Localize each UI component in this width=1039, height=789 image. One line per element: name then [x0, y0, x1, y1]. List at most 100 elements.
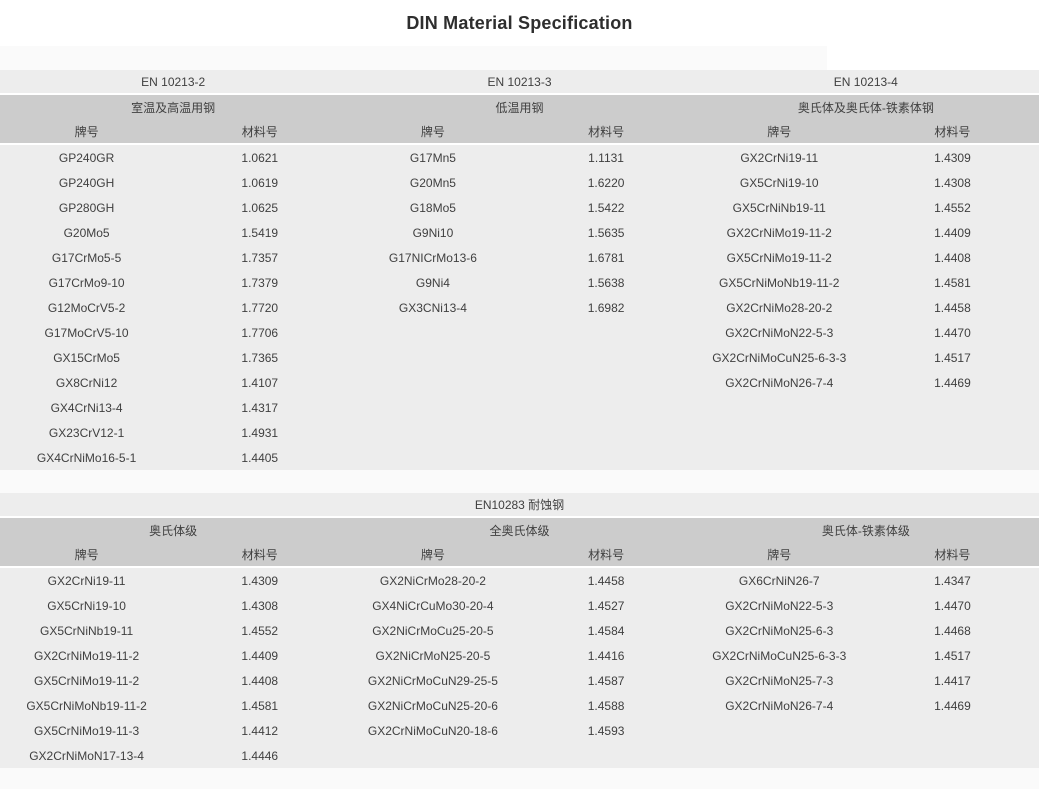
table-row: G20Mo51.5419: [0, 220, 346, 245]
grade-cell: GX4CrNiMo16-5-1: [0, 445, 173, 470]
grade-cell: GP240GH: [0, 170, 173, 195]
table-row: GX2NiCrMoCuN29-25-51.4587: [346, 668, 692, 693]
material-number-cell: 1.4584: [519, 618, 692, 643]
grade-cell: GX4CrNi13-4: [0, 395, 173, 420]
material-number-cell: 1.4309: [866, 145, 1039, 170]
grade-cell: GX5CrNiMoNb19-11-2: [0, 693, 173, 718]
table-row: GX4CrNiMo16-5-11.4405: [0, 445, 346, 470]
table-row: GX2NiCrMoN25-20-51.4416: [346, 643, 692, 668]
grade-column-header: 牌号: [346, 543, 519, 566]
table-row: GX2CrNiMoN26-7-41.4469: [693, 370, 1039, 395]
material-number-cell: 1.4470: [866, 320, 1039, 345]
grade-column-header: 牌号: [346, 120, 519, 143]
material-number-cell: 1.4309: [173, 568, 346, 593]
standard-header: EN 10213-4: [693, 70, 1039, 93]
column-header-row: 牌号 材料号 牌号 材料号 牌号 材料号: [0, 120, 1039, 145]
grade-cell: GX2CrNi19-11: [0, 568, 173, 593]
grade-cell: GX8CrNi12: [0, 370, 173, 395]
section-gap: [0, 470, 1039, 493]
grade-cell: GX6CrNiN26-7: [693, 568, 866, 593]
grade-cell: GX5CrNi19-10: [0, 593, 173, 618]
category-header-row: 室温及高温用钢 低温用钢 奥氏体及奥氏体-铁素体钢: [0, 95, 1039, 120]
material-number-cell: 1.4588: [519, 693, 692, 718]
material-number-cell: 1.4581: [866, 270, 1039, 295]
group-rows-en10213-2: GP240GR1.0621GP240GH1.0619GP280GH1.0625G…: [0, 145, 346, 470]
group-rows-en10213-4: GX2CrNi19-111.4309GX5CrNi19-101.4308GX5C…: [693, 145, 1039, 470]
grade-cell: GX4NiCrCuMo30-20-4: [346, 593, 519, 618]
grade-cell: GX2CrNiMo19-11-2: [0, 643, 173, 668]
grade-cell: GX2CrNiMoN25-7-3: [693, 668, 866, 693]
material-number-cell: 1.4527: [519, 593, 692, 618]
material-number-cell: 1.4416: [519, 643, 692, 668]
category-header: 奥氏体-铁素体级: [693, 518, 1039, 543]
grade-cell: G17CrMo9-10: [0, 270, 173, 295]
material-number-cell: 1.5638: [519, 270, 692, 295]
table-row: GX2CrNiMoN17-13-41.4446: [0, 743, 346, 768]
material-number-cell: 1.4469: [866, 693, 1039, 718]
grade-column-header: 牌号: [0, 120, 173, 143]
table-en10213: EN 10213-2 EN 10213-3 EN 10213-4 室温及高温用钢…: [0, 70, 1039, 470]
grade-cell: GX2CrNi19-11: [693, 145, 866, 170]
category-header: 奥氏体及奥氏体-铁素体钢: [693, 95, 1039, 120]
table-row: GX4CrNi13-41.4317: [0, 395, 346, 420]
material-number-cell: 1.4409: [866, 220, 1039, 245]
grade-cell: GX2CrNiMoCuN25-6-3-3: [693, 345, 866, 370]
grade-cell: GX5CrNiNb19-11: [0, 618, 173, 643]
title-bar: DIN Material Specification: [0, 0, 1039, 46]
grade-cell: GX2NiCrMo28-20-2: [346, 568, 519, 593]
material-number-cell: 1.4409: [173, 643, 346, 668]
material-number-cell: 1.6982: [519, 295, 692, 320]
grade-cell: GX5CrNi19-10: [693, 170, 866, 195]
material-number-cell: 1.5419: [173, 220, 346, 245]
table-row: GX5CrNiMo19-11-31.4412: [0, 718, 346, 743]
table-row: GX5CrNiMoNb19-11-21.4581: [0, 693, 346, 718]
material-number-cell: 1.7720: [173, 295, 346, 320]
material-number-column-header: 材料号: [173, 543, 346, 566]
grade-cell: GP280GH: [0, 195, 173, 220]
table-row: G9Ni101.5635: [346, 220, 692, 245]
grade-cell: G17CrMo5-5: [0, 245, 173, 270]
material-number-column-header: 材料号: [520, 543, 693, 566]
table-row: GX5CrNi19-101.4308: [0, 593, 346, 618]
table-row: GX2CrNiMoCuN25-6-3-31.4517: [693, 643, 1039, 668]
table-row: G17MoCrV5-101.7706: [0, 320, 346, 345]
grade-cell: G9Ni10: [346, 220, 519, 245]
grade-column-header: 牌号: [693, 543, 866, 566]
material-number-cell: 1.4408: [866, 245, 1039, 270]
grade-cell: G17NICrMo13-6: [346, 245, 519, 270]
table-row: G17NICrMo13-61.6781: [346, 245, 692, 270]
grade-cell: GX5CrNiMo19-11-2: [0, 668, 173, 693]
material-number-cell: 1.4458: [519, 568, 692, 593]
material-number-cell: 1.4517: [866, 345, 1039, 370]
material-number-cell: 1.6781: [519, 245, 692, 270]
grade-cell: GX2NiCrMoCuN29-25-5: [346, 668, 519, 693]
group-rows-full-austenitic: GX2NiCrMo28-20-21.4458GX4NiCrCuMo30-20-4…: [346, 568, 692, 768]
table-row: GX5CrNiMoNb19-11-21.4581: [693, 270, 1039, 295]
standards-header-row: EN 10213-2 EN 10213-3 EN 10213-4: [0, 70, 1039, 95]
grade-cell: GX3CNi13-4: [346, 295, 519, 320]
material-number-column-header: 材料号: [173, 120, 346, 143]
material-number-cell: 1.5422: [519, 195, 692, 220]
table-row: G20Mn51.6220: [346, 170, 692, 195]
table-row: GX6CrNiN26-71.4347: [693, 568, 1039, 593]
grade-cell: GX5CrNiMo19-11-3: [0, 718, 173, 743]
grade-cell: GP240GR: [0, 145, 173, 170]
table-row: GP240GR1.0621: [0, 145, 346, 170]
table-row: GX8CrNi121.4107: [0, 370, 346, 395]
table-row: GP280GH1.0625: [0, 195, 346, 220]
category-header: 低温用钢: [346, 95, 692, 120]
table-row: GX2NiCrMo28-20-21.4458: [346, 568, 692, 593]
table-row: GX5CrNiNb19-111.4552: [0, 618, 346, 643]
grade-cell: GX15CrMo5: [0, 345, 173, 370]
grade-cell: GX2CrNiMoN25-6-3: [693, 618, 866, 643]
material-number-cell: 1.4931: [173, 420, 346, 445]
table-row: GX5CrNiMo19-11-21.4408: [693, 245, 1039, 270]
table-row: GX2CrNi19-111.4309: [693, 145, 1039, 170]
material-number-cell: 1.5635: [519, 220, 692, 245]
material-number-cell: 1.4593: [519, 718, 692, 743]
grade-cell: GX5CrNiMoNb19-11-2: [693, 270, 866, 295]
page-title: DIN Material Specification: [406, 13, 632, 34]
grade-cell: GX2CrNiMoN26-7-4: [693, 693, 866, 718]
table-row: G17CrMo9-101.7379: [0, 270, 346, 295]
material-number-cell: 1.4517: [866, 643, 1039, 668]
